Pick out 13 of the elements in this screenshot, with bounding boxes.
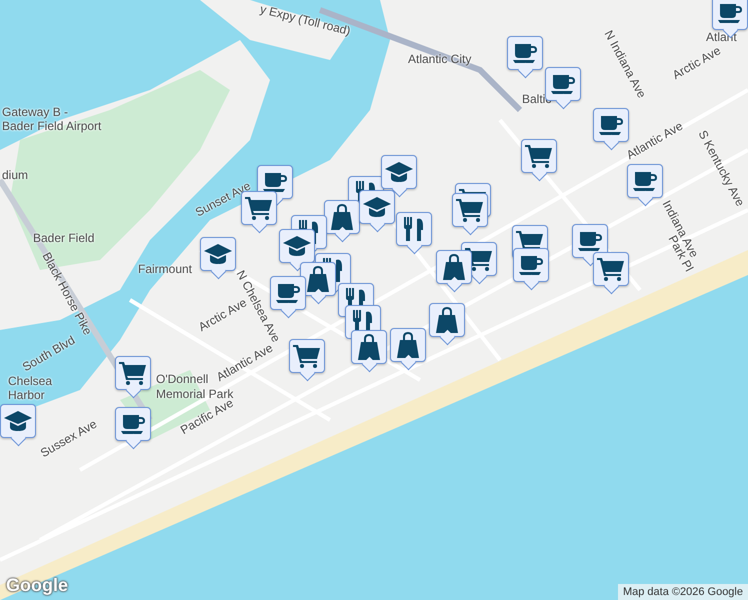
map-label: Bader Field Airport	[2, 119, 102, 133]
map-label: y Expy (Toll road)	[258, 2, 352, 38]
map-label: Bader Field	[33, 231, 94, 245]
map-label: dium	[2, 168, 28, 182]
map-label: Memorial Park	[156, 387, 234, 401]
map-label: Gateway B -	[2, 105, 68, 119]
map-label: O'Donnell	[156, 372, 208, 386]
map-label: Harbor	[8, 388, 45, 402]
map-attribution: Map data ©2026 Google	[618, 584, 748, 600]
map-label: Chelsea	[8, 374, 52, 388]
map-label: Atlantic City	[408, 52, 472, 66]
map-label: South Blvd	[20, 332, 78, 374]
map-label: Arctic Ave	[670, 43, 724, 82]
